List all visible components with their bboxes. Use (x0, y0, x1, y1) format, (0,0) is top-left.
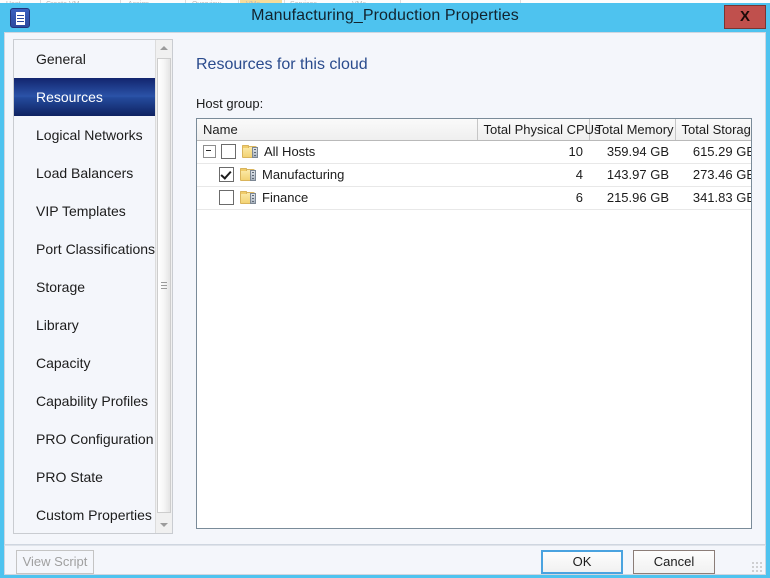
sidebar-item-load-balancers[interactable]: Load Balancers (14, 154, 172, 192)
row-name: Manufacturing (262, 167, 345, 182)
row-checkbox[interactable] (221, 144, 236, 159)
content-pane: Resources for this cloud Host group: Nam… (181, 39, 759, 534)
row-checkbox[interactable] (219, 167, 234, 182)
resize-grip-icon[interactable] (751, 561, 762, 572)
sidebar-item-label: VIP Templates (36, 203, 126, 219)
sidebar-item-label: Capacity (36, 355, 91, 371)
scrollbar-thumb[interactable] (157, 58, 171, 513)
table-header-row: Name Total Physical CPUs Total Memory To… (197, 119, 751, 141)
table-row[interactable]: All Hosts 10 359.94 GB 615.29 GB (197, 140, 751, 164)
sidebar-item-pro-configuration[interactable]: PRO Configuration (14, 420, 172, 458)
host-group-label: Host group: (196, 96, 264, 111)
sidebar-item-label: Load Balancers (36, 165, 134, 181)
dialog-footer: View Script OK Cancel (4, 545, 766, 575)
sidebar-item-general[interactable]: General (14, 40, 172, 78)
host-group-table: Name Total Physical CPUs Total Memory To… (197, 119, 751, 210)
row-storage: 341.83 GB (675, 186, 751, 210)
sidebar-item-logical-networks[interactable]: Logical Networks (14, 116, 172, 154)
column-header-memory[interactable]: Total Memory (589, 119, 676, 141)
sidebar-item-capacity[interactable]: Capacity (14, 344, 172, 382)
row-memory: 143.97 GB (589, 163, 675, 187)
row-memory: 215.96 GB (589, 186, 675, 210)
sidebar-item-label: PRO State (36, 469, 103, 485)
close-button[interactable]: X (724, 5, 766, 29)
sidebar-item-port-classifications[interactable]: Port Classifications (14, 230, 172, 268)
table-row[interactable]: Finance 6 215.96 GB 341.83 GB (197, 186, 751, 210)
row-checkbox[interactable] (219, 190, 234, 205)
sidebar-item-label: Logical Networks (36, 127, 143, 143)
row-cpus: 10 (477, 140, 589, 164)
dialog-titlebar: Manufacturing_Production Properties X (0, 3, 770, 32)
page-title: Resources for this cloud (196, 56, 368, 73)
sidebar-item-pro-state[interactable]: PRO State (14, 458, 172, 496)
sidebar-item-label: Storage (36, 279, 86, 295)
sidebar-item-vip-templates[interactable]: VIP Templates (14, 192, 172, 230)
sidebar-item-resources[interactable]: Resources (14, 78, 172, 116)
sidebar-item-label: Capability Profiles (36, 393, 149, 409)
sidebar-item-label: Port Classifications (36, 241, 156, 257)
sidebar-item-capability-profiles[interactable]: Capability Profiles (14, 382, 172, 420)
sidebar-item-label: Custom Properties (36, 507, 152, 523)
sidebar-item-label: Resources (36, 89, 103, 105)
settings-nav-list: General Resources Logical Networks Load … (13, 39, 173, 534)
scroll-down-arrow-icon[interactable] (156, 517, 172, 533)
sidebar-item-library[interactable]: Library (14, 306, 172, 344)
column-header-storage[interactable]: Total Storage (675, 119, 751, 141)
scroll-up-arrow-icon[interactable] (156, 40, 172, 56)
dialog-body: General Resources Logical Networks Load … (4, 32, 766, 545)
expand-collapse-icon[interactable] (203, 145, 216, 158)
ok-button[interactable]: OK (541, 550, 623, 574)
host-group-folder-icon (240, 167, 256, 182)
row-cpus: 6 (477, 186, 589, 210)
column-header-cpus[interactable]: Total Physical CPUs (477, 119, 601, 141)
dialog-title: Manufacturing_Production Properties (251, 7, 519, 24)
row-storage: 615.29 GB (675, 140, 751, 164)
sidebar-item-label: Library (36, 317, 79, 333)
sidebar-scrollbar[interactable] (155, 40, 172, 533)
row-cpus: 4 (477, 163, 589, 187)
sidebar-item-label: General (36, 51, 86, 67)
view-script-button[interactable]: View Script (16, 550, 94, 574)
host-group-folder-icon (242, 144, 258, 159)
cancel-button[interactable]: Cancel (633, 550, 715, 574)
sidebar-item-storage[interactable]: Storage (14, 268, 172, 306)
row-memory: 359.94 GB (589, 140, 675, 164)
row-name: Finance (262, 190, 309, 205)
properties-dialog: Manufacturing_Production Properties X Ge… (0, 3, 770, 578)
host-group-listview: Name Total Physical CPUs Total Memory To… (196, 118, 752, 529)
column-header-name[interactable]: Name (197, 119, 478, 141)
row-storage: 273.46 GB (675, 163, 751, 187)
row-name: All Hosts (264, 144, 316, 159)
sidebar-item-custom-properties[interactable]: Custom Properties (14, 496, 172, 533)
host-group-folder-icon (240, 190, 256, 205)
sidebar-item-label: PRO Configuration (36, 431, 154, 447)
table-row[interactable]: Manufacturing 4 143.97 GB 273.46 GB (197, 163, 751, 187)
